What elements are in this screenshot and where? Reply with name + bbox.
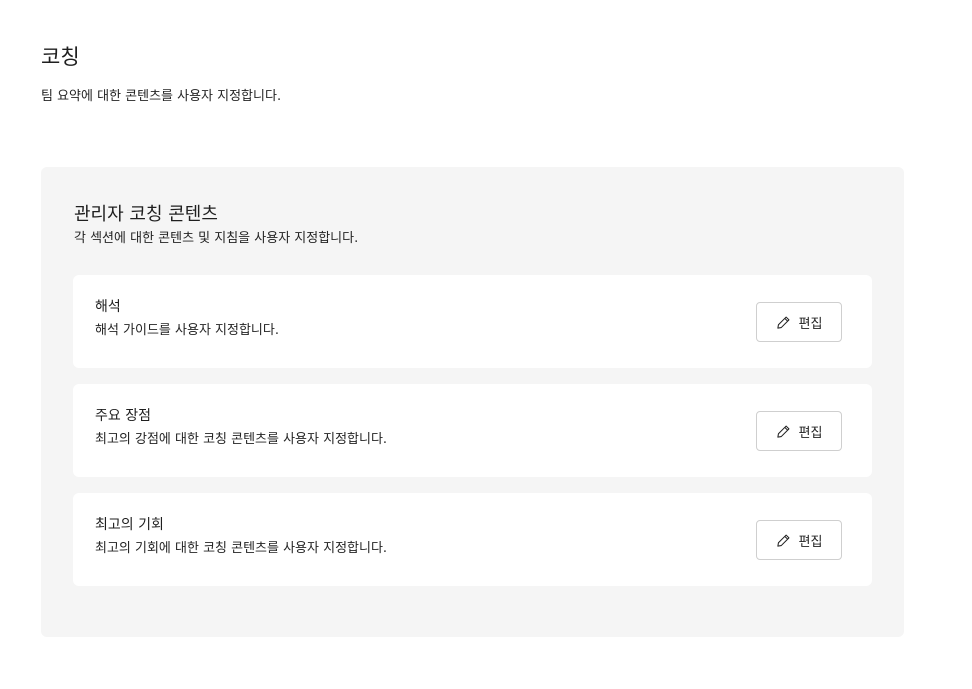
card-title: 해석 [95,299,121,315]
pencil-icon [776,315,791,330]
admin-coaching-content-panel: 관리자 코칭 콘텐츠 각 섹션에 대한 콘텐츠 및 지침을 사용자 지정합니다.… [41,167,904,637]
edit-top-strengths-button[interactable]: 편집 [756,411,842,451]
panel-title: 관리자 코칭 콘텐츠 [74,204,218,225]
edit-top-opportunities-button[interactable]: 편집 [756,520,842,560]
coaching-page: 코칭 팀 요약에 대한 콘텐츠를 사용자 지정합니다. 관리자 코칭 콘텐츠 각… [0,0,972,689]
page-subtitle: 팀 요약에 대한 콘텐츠를 사용자 지정합니다. [41,89,282,104]
card-description: 최고의 기회에 대한 코칭 콘텐츠를 사용자 지정합니다. [95,541,388,556]
card-interpretation: 해석 해석 가이드를 사용자 지정합니다. 편집 [73,275,872,368]
panel-subtitle: 각 섹션에 대한 콘텐츠 및 지침을 사용자 지정합니다. [74,231,359,246]
card-top-opportunities: 최고의 기회 최고의 기회에 대한 코칭 콘텐츠를 사용자 지정합니다. 편집 [73,493,872,586]
edit-button-label: 편집 [798,316,823,332]
card-top-strengths: 주요 장점 최고의 강점에 대한 코칭 콘텐츠를 사용자 지정합니다. 편집 [73,384,872,477]
edit-interpretation-button[interactable]: 편집 [756,302,842,342]
edit-button-label: 편집 [798,425,823,441]
pencil-icon [776,424,791,439]
card-description: 최고의 강점에 대한 코칭 콘텐츠를 사용자 지정합니다. [95,432,388,447]
page-title: 코칭 [41,45,80,69]
card-title: 최고의 기회 [95,517,164,533]
pencil-icon [776,533,791,548]
card-description: 해석 가이드를 사용자 지정합니다. [95,323,279,338]
edit-button-label: 편집 [798,534,823,550]
card-title: 주요 장점 [95,408,151,424]
